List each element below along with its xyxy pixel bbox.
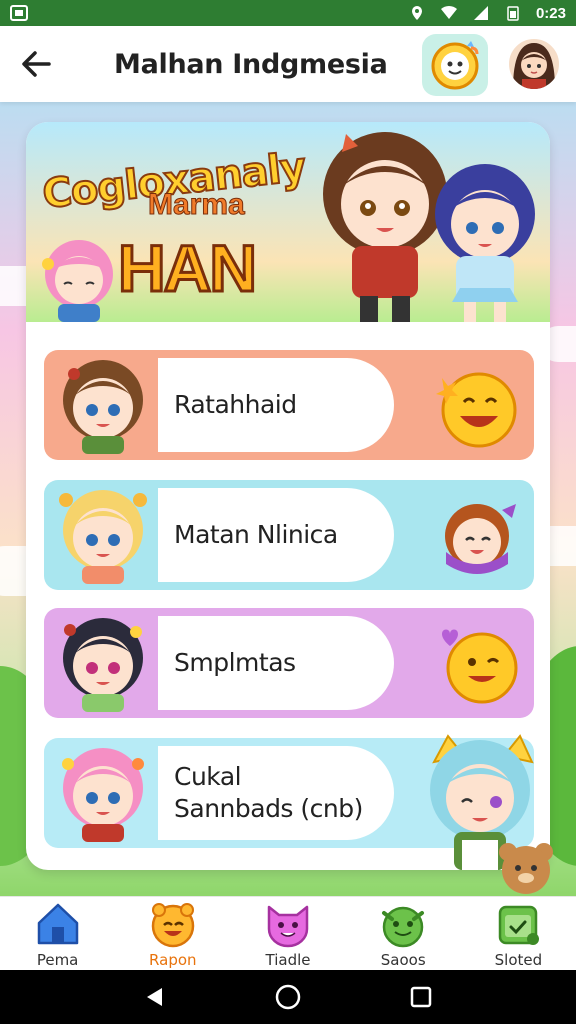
nav-item-home[interactable]: Pema — [0, 897, 115, 970]
signal-icon — [473, 6, 488, 20]
app-header: Malhan Indgmesia — [0, 26, 576, 102]
menu-item-2[interactable]: Matan Nlinica — [44, 480, 534, 590]
system-recents-icon[interactable] — [410, 986, 432, 1008]
system-home-icon[interactable] — [275, 984, 301, 1010]
status-time: 0:23 — [535, 4, 566, 22]
chibi-black-hair-girl-icon — [63, 618, 143, 712]
wifi-icon — [440, 5, 457, 20]
nav-item-rapon[interactable]: Rapon — [115, 897, 230, 970]
system-back-icon[interactable] — [144, 986, 166, 1008]
user-avatar[interactable] — [506, 36, 562, 92]
nav-label-home: Pema — [36, 951, 79, 969]
back-button[interactable] — [14, 42, 58, 86]
nav-item-saoos[interactable]: Saoos — [346, 897, 461, 970]
page-title: Malhan Indgmesia — [114, 48, 388, 80]
banner-subtitle: Marma — [148, 188, 246, 222]
nav-item-tiadle[interactable]: Tiadle — [230, 897, 345, 970]
nav-label-saoos: Saoos — [380, 951, 426, 969]
laughing-emoji-icon — [436, 372, 517, 448]
notification-icon — [10, 5, 28, 21]
calendar-icon — [499, 905, 540, 945]
chibi-brown-hair-boy-icon — [63, 360, 143, 454]
menu-item-4-label-line1: Cukal — [174, 761, 242, 791]
system-navigation-bar — [0, 970, 576, 1024]
status-bar: 0:23 — [0, 0, 576, 26]
home-icon — [37, 903, 78, 945]
menu-item-1-label: Ratahhaid — [174, 389, 297, 419]
banner-logo-text: HAN — [117, 230, 259, 307]
chibi-blue-hair-girl-illustration — [435, 164, 535, 322]
happy-girl-face-icon — [445, 504, 516, 574]
hero-banner: Cogloxanaly Marma HAN — [26, 122, 550, 322]
chibi-blonde-girl-icon — [59, 490, 147, 584]
chibi-pink-hair-girl-icon — [62, 748, 144, 842]
chibi-pink-hair-illustration — [42, 240, 113, 322]
mascot-icon — [431, 41, 479, 90]
bottom-navigation: Pema Rapon Tiadle Saoos Sloted — [0, 896, 576, 970]
menu-item-1[interactable]: Ratahhaid — [44, 350, 534, 460]
winking-emoji-icon — [442, 629, 518, 704]
bear-mascot-illustration — [499, 843, 553, 894]
nav-label-tiadle: Tiadle — [265, 951, 311, 969]
avatar-face-icon — [513, 43, 555, 89]
menu-item-3[interactable]: Smplmtas — [44, 608, 534, 718]
main-card: Cogloxanaly Marma HAN Ratahhaid Matan Nl… — [26, 122, 550, 870]
location-icon — [411, 6, 422, 20]
back-arrow-icon — [22, 51, 51, 77]
smiley-icon — [151, 903, 195, 948]
nav-label-rapon: Rapon — [149, 951, 197, 969]
menu-item-2-label: Matan Nlinica — [174, 519, 338, 549]
nav-label-sloted: Sloted — [494, 951, 543, 969]
menu-item-3-label: Smplmtas — [174, 647, 296, 677]
battery-icon — [507, 6, 519, 21]
cat-face-icon — [267, 905, 309, 948]
menu-item-4-label-line2: Sannbads (cnb) — [174, 794, 363, 823]
mascot-badge-button[interactable] — [422, 34, 488, 96]
frog-face-icon — [382, 906, 425, 948]
nav-item-sloted[interactable]: Sloted — [461, 897, 576, 970]
